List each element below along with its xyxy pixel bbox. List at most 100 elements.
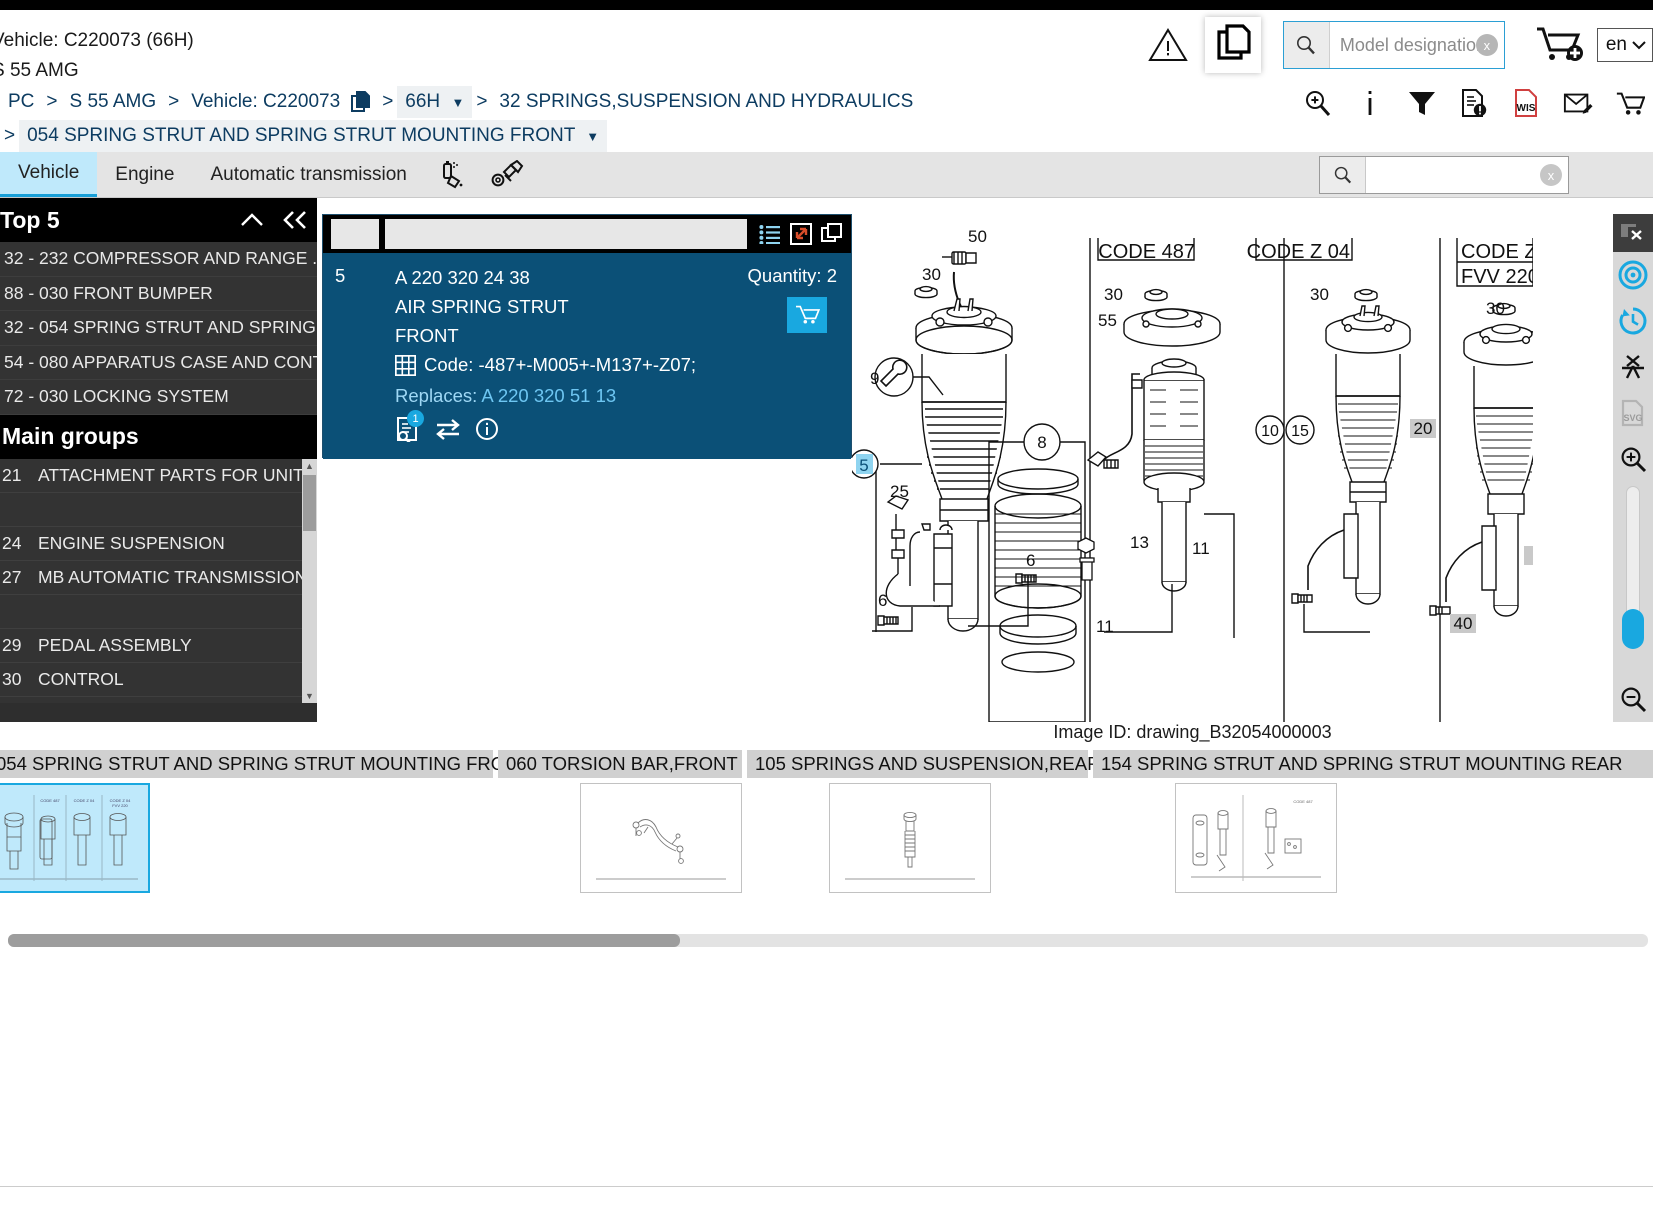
top5-item[interactable]: 54 - 080 APPARATUS CASE AND CONT... xyxy=(0,346,317,380)
cart-add-icon[interactable] xyxy=(1529,17,1591,73)
expand-icon[interactable] xyxy=(790,223,812,245)
close-window-icon[interactable] xyxy=(1613,214,1653,252)
breadcrumb-item-group[interactable]: 32 SPRINGS,SUSPENSION AND HYDRAULICS xyxy=(491,86,921,118)
thumbnail-card[interactable]: 060 TORSION BAR,FRONT xyxy=(498,750,768,894)
header-actions: x en xyxy=(1145,10,1653,80)
thumbnail-card[interactable]: 154 SPRING STRUT AND SPRING STRUT MOUNTI… xyxy=(1093,750,1653,894)
model-search-box[interactable]: x xyxy=(1282,21,1505,69)
main-group-row[interactable]: 24 ENGINE SUSPENSION xyxy=(0,527,317,561)
main-group-number: 30 xyxy=(2,668,22,689)
exploded-drawing[interactable]: CODE 487 CODE Z 04 CODE Z FVV 220 50 30 … xyxy=(852,214,1533,722)
part-details: A 220 320 24 38 AIR SPRING STRUT FRONT C… xyxy=(395,263,839,442)
breadcrumb-item-model[interactable]: S 55 AMG xyxy=(62,86,165,118)
language-value: en xyxy=(1605,34,1627,55)
catalog-search-box[interactable]: x xyxy=(1319,156,1569,194)
copy-pages-icon[interactable] xyxy=(348,86,378,118)
zoom-out-icon[interactable] xyxy=(1613,676,1653,722)
main-groups-list: 21 ATTACHMENT PARTS FOR UNITS 24 ENGINE … xyxy=(0,458,317,703)
main-group-row[interactable]: 30 CONTROL xyxy=(0,663,317,697)
search-icon xyxy=(1283,22,1330,68)
list-view-icon[interactable] xyxy=(759,224,781,244)
wis-document-icon[interactable]: WIS xyxy=(1511,86,1541,120)
main-group-row[interactable]: 31 TRAILER COUPLING xyxy=(0,697,317,703)
main-groups-title: Main groups xyxy=(0,414,317,459)
main-group-row[interactable] xyxy=(0,493,317,527)
breadcrumb-item-vehicle[interactable]: Vehicle: C220073 xyxy=(183,86,348,118)
thumbnail-image[interactable]: CODE 487 xyxy=(1175,783,1337,893)
scroll-up-arrow-icon[interactable]: ▲ xyxy=(302,459,317,473)
top5-item[interactable]: 72 - 030 LOCKING SYSTEM xyxy=(0,380,317,415)
main-group-number: 24 xyxy=(2,532,22,553)
target-focus-icon[interactable] xyxy=(1613,252,1653,298)
parts-filter-cell[interactable] xyxy=(331,219,379,249)
thumbnail-image-selected[interactable]: CODE 487 CODE Z 04 CODE Z 04 FVV 220 xyxy=(0,783,150,893)
svg-export-icon[interactable]: SVG xyxy=(1613,390,1653,436)
document-search-icon[interactable]: 1 xyxy=(395,410,424,442)
tab-vehicle[interactable]: Vehicle xyxy=(0,152,98,197)
part-replaces-line: Replaces: A 220 320 51 13 xyxy=(395,380,839,412)
callout-25: 25 xyxy=(890,482,909,501)
breadcrumb-item-subgroup[interactable]: 054 SPRING STRUT AND SPRING STRUT MOUNTI… xyxy=(19,120,608,152)
chevron-up-icon[interactable] xyxy=(239,211,265,229)
bolt-washer-icon[interactable] xyxy=(479,152,537,197)
thumbnail-card[interactable]: 054 SPRING STRUT AND SPRING STRUT MOUNTI… xyxy=(0,750,560,894)
zoom-search-icon[interactable] xyxy=(1303,86,1333,120)
history-clock-icon[interactable] xyxy=(1613,298,1653,344)
context-tabs: Vehicle Engine Automatic transmission x xyxy=(0,152,1653,198)
add-to-cart-icon[interactable] xyxy=(787,297,827,333)
breadcrumb-item-pc[interactable]: PC xyxy=(0,86,42,118)
thumbnail-card[interactable]: 105 SPRINGS AND SUSPENSION,REAR xyxy=(747,750,1131,894)
double-chevron-left-icon[interactable] xyxy=(281,210,309,230)
top5-item[interactable]: 32 - 232 COMPRESSOR AND RANGE ... xyxy=(0,242,317,277)
warning-triangle-icon[interactable] xyxy=(1145,22,1191,68)
shopping-cart-icon[interactable] xyxy=(1615,86,1645,120)
main-groups-scrollbar[interactable]: ▲ ▼ xyxy=(302,458,317,703)
filter-funnel-icon[interactable] xyxy=(1407,86,1437,120)
thumbnail-image-wrap: CODE 487 CODE Z 04 CODE Z 04 FVV 220 xyxy=(0,782,314,894)
zoom-slider-handle[interactable] xyxy=(1622,609,1644,649)
top5-header: Top 5 xyxy=(0,198,317,242)
top5-item[interactable]: 32 - 054 SPRING STRUT AND SPRING ... xyxy=(0,311,317,346)
main-group-row[interactable]: 29 PEDAL ASSEMBLY xyxy=(0,629,317,663)
horizontal-scrollbar[interactable] xyxy=(8,934,1648,947)
info-circle-icon[interactable] xyxy=(475,417,499,441)
thumbnail-image-wrap xyxy=(747,782,1073,894)
search-icon xyxy=(1320,157,1366,193)
svg-text:CODE Z 04: CODE Z 04 xyxy=(1247,241,1350,263)
unpin-icon[interactable] xyxy=(1613,344,1653,390)
copy-pages-icon[interactable] xyxy=(1204,17,1261,73)
language-selector[interactable]: en xyxy=(1596,28,1653,62)
document-alert-icon[interactable] xyxy=(1459,86,1489,120)
clear-search-icon[interactable]: x xyxy=(1475,34,1498,56)
main-group-row[interactable]: 21 ATTACHMENT PARTS FOR UNITS xyxy=(0,459,317,493)
svg-text:SVG: SVG xyxy=(1623,413,1642,423)
breadcrumb-sep: > xyxy=(4,125,16,146)
clear-catalog-search-icon[interactable]: x xyxy=(1540,164,1562,186)
spray-can-icon[interactable] xyxy=(425,152,479,197)
catalog-search-input[interactable] xyxy=(1366,157,1568,193)
scrollbar-thumb[interactable] xyxy=(303,474,316,531)
tab-engine[interactable]: Engine xyxy=(97,152,192,197)
main-group-row[interactable] xyxy=(0,595,317,629)
drawing-toolbar: SVG xyxy=(1613,214,1653,722)
zoom-in-icon[interactable] xyxy=(1613,436,1653,482)
duplicate-window-icon[interactable] xyxy=(821,223,843,245)
tab-automatic-transmission[interactable]: Automatic transmission xyxy=(192,152,424,197)
mail-edit-icon[interactable] xyxy=(1563,86,1593,120)
horizontal-scrollbar-thumb[interactable] xyxy=(8,934,680,947)
top5-item[interactable]: 88 - 030 FRONT BUMPER xyxy=(0,277,317,311)
exchange-arrows-icon[interactable] xyxy=(435,418,461,440)
breadcrumb-item-66h[interactable]: 66H ▼ xyxy=(397,86,473,118)
main-group-row[interactable]: 27 MB AUTOMATIC TRANSMISSION xyxy=(0,561,317,595)
replaces-part-number[interactable]: A 220 320 51 13 xyxy=(481,385,616,406)
thumbnail-image[interactable] xyxy=(829,783,991,893)
breadcrumb-sep: > xyxy=(476,91,488,112)
info-icon[interactable] xyxy=(1355,86,1385,120)
thumbnail-image[interactable] xyxy=(580,783,742,893)
callout-5-selected: 5 xyxy=(859,456,868,475)
scroll-down-arrow-icon[interactable]: ▼ xyxy=(302,689,317,703)
model-search-field[interactable]: x xyxy=(1329,22,1504,68)
parts-filter-input[interactable] xyxy=(385,219,747,249)
part-row-selected[interactable]: 5 A 220 320 24 38 AIR SPRING STRUT FRONT xyxy=(323,253,851,459)
catalog-search-field[interactable]: x xyxy=(1366,157,1568,193)
